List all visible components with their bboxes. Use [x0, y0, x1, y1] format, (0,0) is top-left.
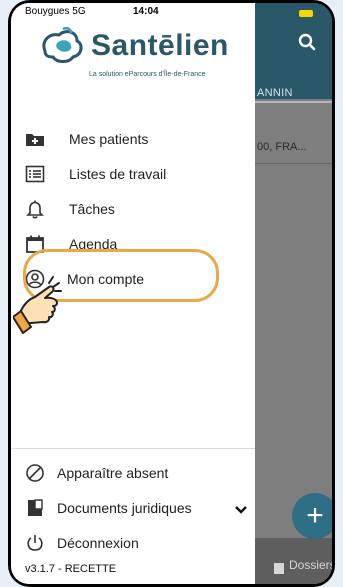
menu-item-documents-juridiques[interactable]: Documents juridiques [11, 490, 255, 525]
menu-divider [11, 448, 255, 449]
search-icon[interactable] [298, 33, 316, 56]
plus-icon: + [306, 499, 324, 532]
menu-item-label: Tâches [69, 200, 115, 217]
menu-item-deconnexion[interactable]: Déconnexion [11, 525, 255, 560]
battery-icon [299, 10, 313, 17]
version-label: v3.1.7 - RECETTE [25, 563, 117, 575]
menu-item-label: Déconnexion [57, 534, 139, 551]
screen: ANNIN 00, FRA... Dossiers + Bouygues 5G … [11, 3, 332, 584]
menu-item-apparaitre-absent[interactable]: Apparaître absent [11, 455, 255, 490]
add-button[interactable]: + [292, 493, 332, 539]
secondary-menu: Apparaître absent Documents juridiques D… [11, 455, 255, 560]
document-icon [25, 498, 45, 518]
menu-item-label: Documents juridiques [57, 499, 192, 516]
list-item-text[interactable]: 00, FRA... [257, 141, 307, 153]
list-divider [255, 163, 332, 164]
tab-indicator [255, 101, 332, 103]
bell-icon [25, 199, 45, 219]
nav-item-dossiers[interactable]: Dossiers [289, 558, 332, 572]
menu-item-mes-patients[interactable]: Mes patients [11, 121, 255, 156]
menu-item-label: Mes patients [69, 130, 149, 147]
tab-label[interactable]: ANNIN [257, 87, 293, 99]
folder-icon [273, 561, 285, 580]
status-time: 14:04 [133, 6, 159, 17]
menu-item-taches[interactable]: Tâches [11, 191, 255, 226]
menu-item-label: Listes de travail [69, 165, 167, 182]
pointing-hand-icon [12, 271, 75, 340]
santelien-logo-icon [39, 25, 85, 72]
navigation-drawer: Bouygues 5G 14:04 Santēlien La solution … [11, 3, 255, 584]
power-icon [25, 533, 45, 553]
menu-item-label: Apparaître absent [57, 464, 169, 481]
add-folder-icon [25, 129, 45, 149]
brand-tagline: La solution eParcours d'Île-de-France [89, 71, 206, 78]
menu-item-listes-de-travail[interactable]: Listes de travail [11, 156, 255, 191]
carrier-label: Bouygues 5G [25, 6, 86, 17]
chevron-down-icon[interactable] [235, 502, 247, 520]
list-icon [25, 164, 45, 184]
phone-frame: ANNIN 00, FRA... Dossiers + Bouygues 5G … [8, 0, 335, 587]
brand-name: Santēlien [91, 29, 229, 62]
block-icon [25, 463, 45, 483]
